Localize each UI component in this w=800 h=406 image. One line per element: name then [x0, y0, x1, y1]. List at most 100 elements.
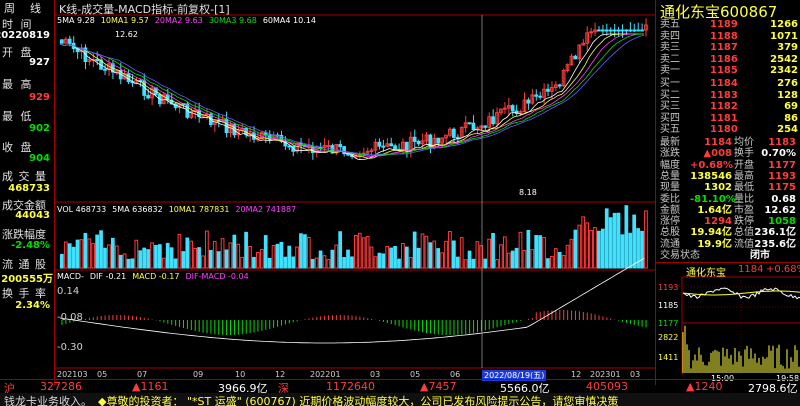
stat-label: 总值 — [734, 227, 754, 239]
kline-chart-canvas[interactable] — [55, 0, 655, 370]
stat-value: 1183 — [768, 137, 796, 148]
sell-level-label: 卖三 — [660, 42, 680, 53]
stats-row: 涨跌 ▲008 换手 0.70% — [658, 148, 798, 159]
sell-price: 1188 — [710, 30, 738, 42]
period-tab-line[interactable]: 线 — [30, 0, 41, 15]
mini-price-tick: 1193 — [658, 283, 679, 292]
news-ticker[interactable]: 钱龙卡业务收入。 ◆尊敬的投资者： "*ST 运盛" (600767) 近期价格… — [0, 393, 800, 406]
stat-label: 最新 — [660, 137, 680, 148]
high-value: 929 — [29, 92, 50, 103]
stat-label: 幅度 — [660, 159, 680, 171]
low-label: 最 低 — [2, 110, 34, 123]
stat-value: 1184 — [704, 137, 732, 148]
x-axis-label: 07 — [137, 370, 148, 379]
x-axis-label: 202301 — [590, 370, 621, 379]
macd-tick: -0.08 — [57, 312, 83, 323]
stat-value: 1058 — [768, 216, 796, 228]
x-axis-label: 12 — [571, 370, 582, 379]
buy-volume: 276 — [777, 78, 798, 89]
stat-value: 1.64亿 — [697, 204, 732, 216]
sell-row[interactable]: 卖一 1185 2342 — [658, 65, 798, 76]
stat-value: ▲008 — [703, 148, 732, 160]
mini-price-tick: 1185 — [658, 301, 679, 310]
quote-panel: 通化东宝600867 卖五 1189 1266 卖四 1188 1071 卖三 1187 379… — [655, 0, 800, 385]
stat-label: 量比 — [734, 193, 754, 205]
sz-change: ▲7457 — [420, 380, 457, 393]
buy-row[interactable]: 买三 1182 69 — [658, 101, 798, 112]
sell-volume: 1071 — [770, 30, 798, 42]
buy-row[interactable]: 买一 1184 276 — [658, 78, 798, 89]
stats-row: 委比 -81.10% 量比 0.68 — [658, 194, 798, 205]
sell-row[interactable]: 卖四 1188 1071 — [658, 31, 798, 42]
stats-row: 幅度 +0.68% 开盘 1177 — [658, 160, 798, 171]
mini-volume-tick: 2822 — [658, 333, 679, 342]
x-axis-label: 09 — [193, 370, 204, 379]
date-value: 20220819 — [0, 30, 50, 41]
volume-legend-item-3: 20MA2 741887 — [235, 205, 297, 214]
buy-level-label: 买五 — [660, 124, 680, 135]
stat-label: 委比 — [660, 193, 680, 205]
sell-level-label: 卖五 — [660, 19, 680, 30]
sell-price: 1185 — [710, 65, 738, 76]
stat-label: 最高 — [734, 170, 754, 182]
sh-value: 327286 — [40, 380, 82, 393]
kline-chart[interactable]: K线-成交量-MACD指标-前复权-[1] 5MA 9.28 10MA1 9.57… — [55, 0, 655, 381]
buy-level-label: 买二 — [660, 89, 680, 101]
mini-volume-tick: 1411 — [658, 353, 679, 362]
sell-row[interactable]: 卖二 1186 2542 — [658, 54, 798, 65]
volume-legend-item-0: VOL 468733 — [57, 205, 107, 214]
ticker-text[interactable]: ◆尊敬的投资者： "*ST 运盛" (600767) 近期价格波动幅度较大，公司… — [98, 393, 618, 406]
mini-price-tick: 1177 — [658, 319, 679, 328]
low-marker: 8.18 — [519, 188, 537, 197]
ma-legend: 5MA 9.28 10MA1 9.57 20MA2 9.63 30MA3 9.68 60… — [57, 16, 322, 27]
buy-volume: 69 — [784, 101, 798, 112]
sell-volume: 379 — [777, 42, 798, 53]
stat-value: 1294 — [704, 216, 732, 228]
volume-label: 成 交 量 — [2, 170, 47, 183]
x-axis-label: 202103 — [57, 370, 88, 379]
chart-title: K线-成交量-MACD指标-前复权-[1] — [59, 3, 230, 16]
buy-level-label: 买三 — [660, 101, 680, 112]
stat-label: 均价 — [734, 137, 754, 148]
trade-status-value: 闭市 — [750, 250, 770, 261]
sell-row[interactable]: 卖五 1189 1266 — [658, 19, 798, 30]
stat-value: -81.10% — [690, 193, 736, 205]
buy-price: 1180 — [710, 124, 738, 135]
ticker-left-text: 钱龙卡业务收入。 — [4, 395, 92, 406]
buy-row[interactable]: 买二 1183 128 — [658, 90, 798, 101]
stat-value: +0.68% — [690, 159, 734, 171]
macd-legend-item-3: DIF-MACD -0.04 — [185, 272, 249, 281]
buy-row[interactable]: 买四 1181 86 — [658, 113, 798, 124]
buy-price: 1181 — [710, 112, 738, 124]
buy-level-label: 买一 — [660, 78, 680, 89]
stat-label: 换手 — [734, 148, 754, 160]
buy-row[interactable]: 买五 1180 254 — [658, 124, 798, 135]
sell-volume: 2342 — [770, 65, 798, 76]
trade-status-row: 交易状态 闭市 — [658, 250, 798, 261]
buy-price: 1182 — [710, 101, 738, 112]
volume-legend-item-1: 5MA 636832 — [112, 205, 163, 214]
macd-legend: MACD- DIF -0.21 MACD -0.17 DIF-MACD -0.04 — [57, 272, 255, 283]
ma-legend-item-2: 20MA2 9.63 — [154, 16, 203, 25]
stat-value: 236.1亿 — [754, 227, 796, 239]
macd-legend-item-2: MACD -0.17 — [132, 272, 180, 281]
sell-row[interactable]: 卖三 1187 379 — [658, 42, 798, 53]
stats-row: 现量 1302 最低 1175 — [658, 182, 798, 193]
volume-legend-item-2: 10MA1 787831 — [168, 205, 230, 214]
x-axis-label: 10 — [235, 370, 246, 379]
trade-status-label: 交易状态 — [660, 250, 700, 261]
intraday-mini-chart[interactable]: 通化东宝 1184 +0.68% 11931185117728221411 15… — [656, 262, 800, 383]
high-label: 最 高 — [2, 78, 34, 91]
x-axis-label: 06 — [450, 370, 461, 379]
stat-value: 12.62 — [764, 204, 796, 216]
stat-label: 流通 — [660, 238, 680, 250]
close-value: 904 — [29, 153, 50, 164]
third-index-value: 405093 — [586, 380, 628, 393]
volume-value: 468733 — [8, 183, 50, 194]
stat-value: 1193 — [768, 170, 796, 182]
sell-price: 1189 — [710, 19, 738, 30]
stat-value: 235.6亿 — [754, 238, 796, 250]
index-status-bar: 沪 327286 ▲1161 3966.9亿 深 1172640 ▲7457 5… — [0, 379, 800, 395]
third-index-change: ▲1240 — [686, 380, 723, 393]
period-tab-week[interactable]: 周 — [4, 0, 15, 15]
